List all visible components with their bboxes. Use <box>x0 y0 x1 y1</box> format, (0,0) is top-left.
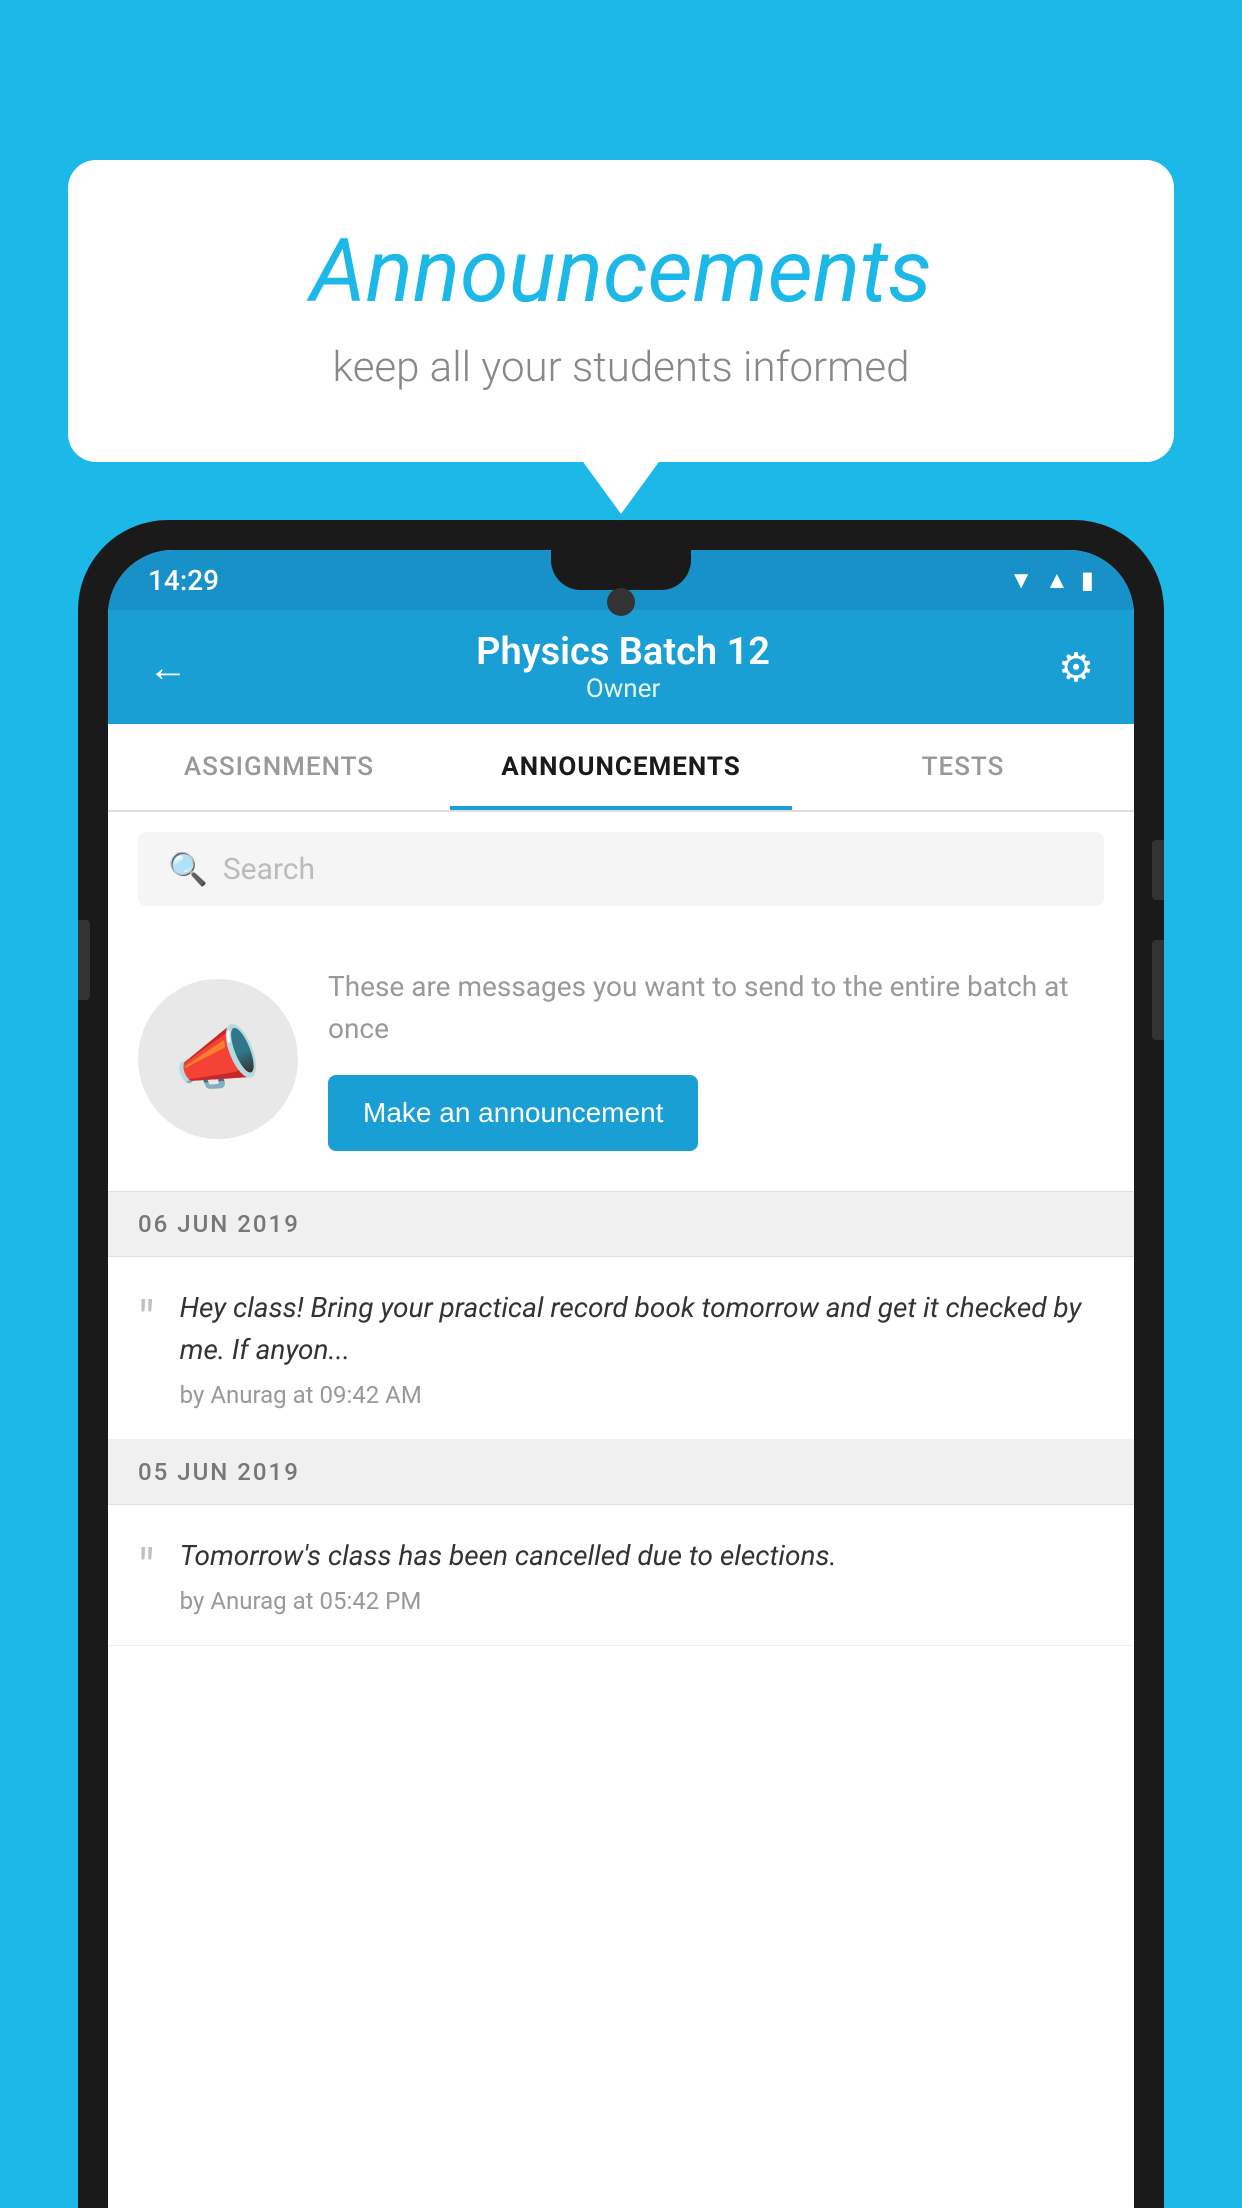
tabs-container: ASSIGNMENTS ANNOUNCEMENTS TESTS <box>108 724 1134 812</box>
search-bar[interactable]: 🔍 Search <box>138 832 1104 906</box>
status-time: 14:29 <box>148 564 219 597</box>
announcement-meta-2: by Anurag at 05:42 PM <box>180 1587 1104 1615</box>
date-separator-1: 06 JUN 2019 <box>108 1192 1134 1257</box>
tab-announcements[interactable]: ANNOUNCEMENTS <box>450 724 792 810</box>
battery-icon: ▮ <box>1081 566 1094 594</box>
make-announcement-button[interactable]: Make an announcement <box>328 1075 698 1151</box>
app-header: ← Physics Batch 12 Owner ⚙ <box>108 610 1134 724</box>
signal-icon: ▲ <box>1045 566 1069 595</box>
announcement-empty-state: 📣 These are messages you want to send to… <box>108 926 1134 1192</box>
header-subtitle: Owner <box>476 674 770 704</box>
announcement-item-2[interactable]: " Tomorrow's class has been cancelled du… <box>108 1505 1134 1646</box>
front-camera <box>607 588 635 616</box>
announcement-text-2: Tomorrow's class has been cancelled due … <box>180 1535 1104 1577</box>
announcement-description: These are messages you want to send to t… <box>328 966 1104 1050</box>
announcement-text-1: Hey class! Bring your practical record b… <box>180 1287 1104 1371</box>
settings-button[interactable]: ⚙ <box>1058 644 1094 691</box>
announcement-content-1: Hey class! Bring your practical record b… <box>180 1287 1104 1409</box>
announcement-item-1[interactable]: " Hey class! Bring your practical record… <box>108 1257 1134 1440</box>
wifi-icon: ▼ <box>1009 566 1033 595</box>
announcement-content-2: Tomorrow's class has been cancelled due … <box>180 1535 1104 1615</box>
megaphone-icon: 📣 <box>174 1018 261 1100</box>
tab-assignments[interactable]: ASSIGNMENTS <box>108 724 450 810</box>
power-button-lower <box>1152 940 1164 1040</box>
tab-tests[interactable]: TESTS <box>792 724 1134 810</box>
announcement-meta-1: by Anurag at 09:42 AM <box>180 1381 1104 1409</box>
search-placeholder: Search <box>223 852 315 887</box>
header-center: Physics Batch 12 Owner <box>476 630 770 704</box>
search-container: 🔍 Search <box>108 812 1134 926</box>
speech-bubble-title: Announcements <box>118 220 1124 323</box>
quote-icon-2: " <box>138 1543 155 1595</box>
back-button[interactable]: ← <box>148 644 188 691</box>
phone-notch <box>551 550 691 590</box>
speech-bubble-subtitle: keep all your students informed <box>118 343 1124 392</box>
date-separator-2: 05 JUN 2019 <box>108 1440 1134 1505</box>
phone-frame: 14:29 ▼ ▲ ▮ ← Physics Batch 12 Owner ⚙ A… <box>78 520 1164 2208</box>
quote-icon-1: " <box>138 1295 155 1347</box>
status-icons: ▼ ▲ ▮ <box>1009 566 1094 595</box>
volume-button <box>78 920 90 1000</box>
header-title: Physics Batch 12 <box>476 630 770 674</box>
announcement-right: These are messages you want to send to t… <box>328 966 1104 1151</box>
search-icon: 🔍 <box>168 850 208 888</box>
megaphone-circle: 📣 <box>138 979 298 1139</box>
power-button <box>1152 840 1164 900</box>
speech-bubble-card: Announcements keep all your students inf… <box>68 160 1174 462</box>
phone-screen: 14:29 ▼ ▲ ▮ ← Physics Batch 12 Owner ⚙ A… <box>108 550 1134 2208</box>
